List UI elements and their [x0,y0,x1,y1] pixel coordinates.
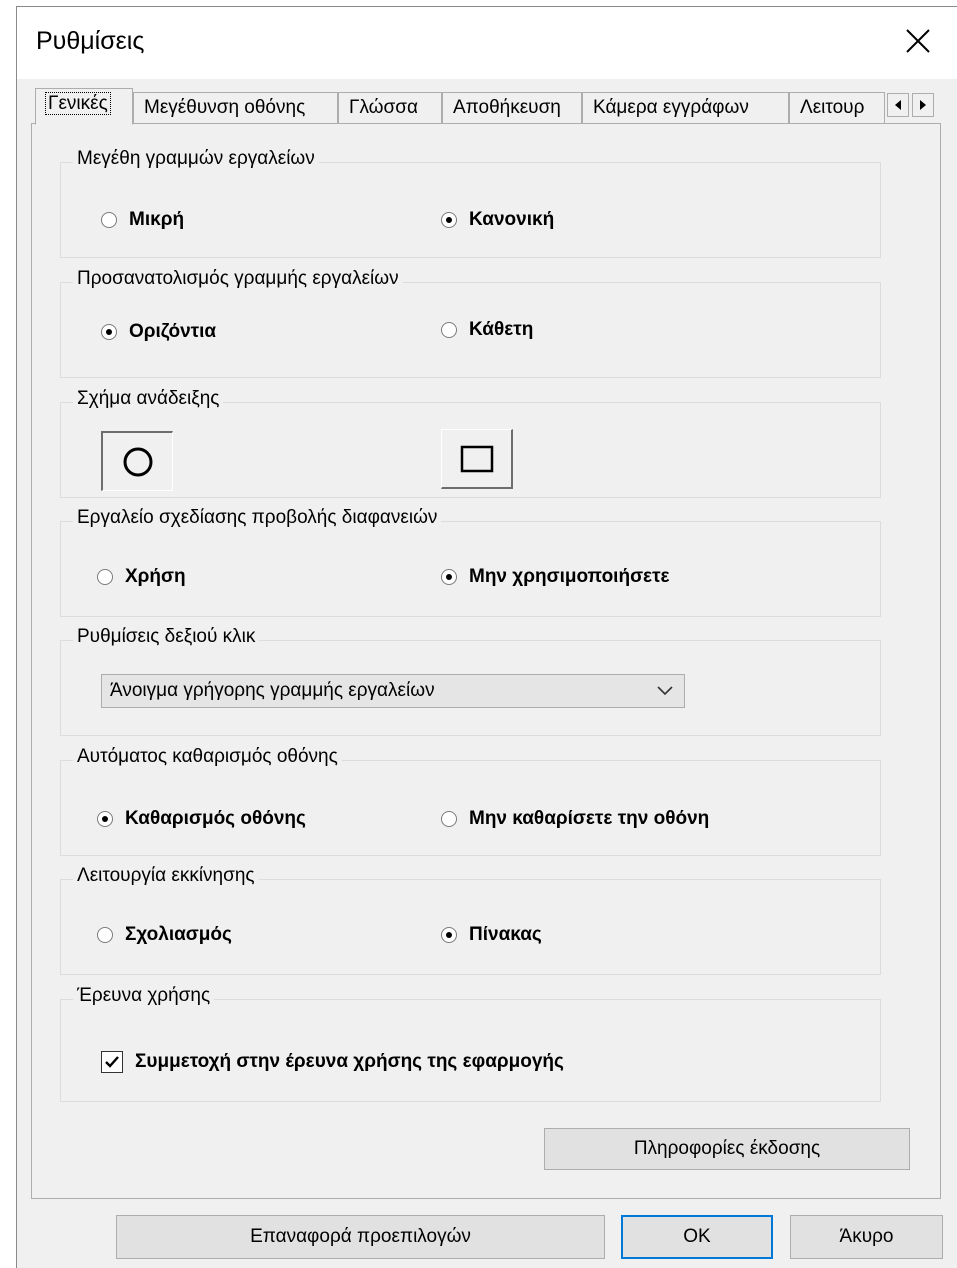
radio-vertical[interactable]: Κάθετη [441,319,533,341]
radio-circle [441,322,457,338]
tab-label: Λειτουρ [800,97,865,118]
tab-language[interactable]: Γλώσσα [338,92,442,124]
circle-shape-button[interactable] [101,431,173,491]
chevron-down-icon [657,686,673,696]
group-label: Ρυθμίσεις δεξιού κλικ [73,626,260,648]
radio-label: Μην καθαρίσετε την οθόνη [469,808,710,829]
triangle-right-icon [920,100,926,110]
tab-scroll-left-button[interactable] [887,93,909,117]
radio-label: Οριζόντια [129,321,217,342]
radio-whiteboard[interactable]: Πίνακας [441,924,542,946]
right-click-dropdown[interactable]: Άνοιγμα γρήγορης γραμμής εργαλείων [101,674,685,708]
radio-clear-screen[interactable]: Καθαρισμός οθόνης [97,808,306,830]
tab-document-camera[interactable]: Κάμερα εγγράφων [582,92,789,124]
radio-circle [97,811,113,827]
group-label: Λειτουργία εκκίνησης [73,865,259,887]
general-tab-panel: Μεγέθη γραμμών εργαλείων Μικρή Κανονική … [31,123,941,1199]
group-label: Εργαλείο σχεδίασης προβολής διαφανειών [73,507,442,529]
tab-mode[interactable]: Λειτουρ [789,92,885,124]
radio-small[interactable]: Μικρή [101,209,184,231]
group-label: Προσανατολισμός γραμμής εργαλείων [73,268,403,290]
usage-survey-checkbox[interactable] [101,1051,123,1073]
tab-strip: Γενικές Μεγέθυνση οθόνης Γλώσσα Αποθήκευ… [31,88,941,125]
highlight-shape-group: Σχήμα ανάδειξης [60,388,881,498]
tab-label: Μεγέθυνση οθόνης [144,97,306,118]
circle-icon [123,447,152,476]
square-shape-button[interactable] [441,429,513,489]
radio-circle [97,927,113,943]
title-bar: Ρυθμίσεις [17,7,957,79]
usage-survey-group: Έρευνα χρήσης Συμμετοχή στην έρευνα χρήσ… [60,985,881,1102]
settings-dialog: Ρυθμίσεις Γενικές Μεγέθυνση οθόνης Γλώσσ… [16,6,957,1268]
square-icon [460,445,493,472]
radio-label: Κάθετη [469,319,534,340]
group-label: Μεγέθη γραμμών εργαλείων [73,148,319,170]
checkbox-label: Συμμετοχή στην έρευνα χρήσης της εφαρμογ… [135,1051,564,1072]
radio-circle [97,569,113,585]
radio-label: Πίνακας [469,924,542,945]
tab-scroll-right-button[interactable] [912,93,934,117]
radio-circle [441,927,457,943]
radio-circle [441,569,457,585]
close-button[interactable] [894,19,942,63]
auto-clear-group: Αυτόματος καθαρισμός οθόνης Καθαρισμός ο… [60,746,881,856]
checkmark-icon [105,1056,119,1068]
right-click-settings-group: Ρυθμίσεις δεξιού κλικ Άνοιγμα γρήγορης γ… [60,626,881,736]
radio-annotation[interactable]: Σχολιασμός [97,924,232,946]
radio-label: Μην χρησιμοποιήσετε [469,566,670,587]
radio-label: Σχολιασμός [125,924,232,945]
radio-normal[interactable]: Κανονική [441,209,554,231]
radio-horizontal[interactable]: Οριζόντια [101,321,216,343]
tab-label: Γλώσσα [349,97,418,118]
tab-general[interactable]: Γενικές [35,88,133,125]
radio-circle [101,212,117,228]
tab-label: Κάμερα εγγράφων [593,97,749,118]
radio-label: Κανονική [469,209,555,230]
radio-label: Χρήση [125,566,186,587]
dialog-title: Ρυθμίσεις [36,27,145,55]
group-label: Σχήμα ανάδειξης [73,388,224,410]
radio-label: Καθαρισμός οθόνης [125,808,306,829]
tab-label: Γενικές [45,92,111,115]
radio-do-not-use[interactable]: Μην χρησιμοποιήσετε [441,566,670,588]
radio-circle [101,324,117,340]
group-label: Αυτόματος καθαρισμός οθόνης [73,746,342,768]
startup-mode-group: Λειτουργία εκκίνησης Σχολιασμός Πίνακας [60,865,881,975]
dropdown-value: Άνοιγμα γρήγορης γραμμής εργαλείων [110,680,435,701]
radio-circle [441,212,457,228]
usage-survey-checkbox-row[interactable]: Συμμετοχή στην έρευνα χρήσης της εφαρμογ… [101,1051,564,1073]
group-label: Έρευνα χρήσης [73,985,215,1007]
version-info-button[interactable]: Πληροφορίες έκδοσης [544,1128,910,1170]
radio-do-not-clear[interactable]: Μην καθαρίσετε την οθόνη [441,808,709,830]
tab-label: Αποθήκευση [453,97,561,118]
radio-label: Μικρή [129,209,185,230]
close-icon [906,29,930,53]
tab-save[interactable]: Αποθήκευση [442,92,582,124]
cancel-button[interactable]: Άκυρο [790,1215,943,1259]
slide-drawing-tool-group: Εργαλείο σχεδίασης προβολής διαφανειών Χ… [60,507,881,617]
toolbar-orientation-group: Προσανατολισμός γραμμής εργαλείων Οριζόν… [60,268,881,378]
reset-defaults-button[interactable]: Επαναφορά προεπιλογών [116,1215,605,1259]
toolbar-size-group: Μεγέθη γραμμών εργαλείων Μικρή Κανονική [60,148,881,258]
tab-screen-magnification[interactable]: Μεγέθυνση οθόνης [133,92,338,124]
radio-use[interactable]: Χρήση [97,566,186,588]
triangle-left-icon [895,100,901,110]
radio-circle [441,811,457,827]
ok-button[interactable]: OK [621,1215,773,1259]
